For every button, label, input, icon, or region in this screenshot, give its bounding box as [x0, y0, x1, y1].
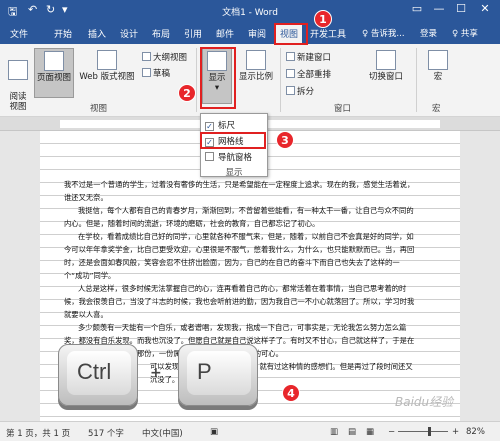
checkbox-icon: [205, 152, 214, 161]
word-count[interactable]: 517 个字: [88, 427, 124, 439]
paragraph-4[interactable]: 人总是这样，很多时候无法掌握自己的心，连再看着自己的心，都常活着在着事情，当自己…: [64, 282, 416, 321]
window-group-label: 窗口: [334, 104, 352, 114]
minimize-button[interactable]: —: [430, 2, 448, 15]
macros-icon: [428, 50, 448, 70]
paragraph-2[interactable]: 我挺信，每个人都有自己的青春岁月，渐渐回到，不曾留着些能看，有一种太干一番，让自…: [64, 204, 416, 230]
ruler-checkbox[interactable]: ✓ 标尺: [205, 119, 235, 131]
split-button[interactable]: 拆分: [286, 85, 314, 97]
tab-insert[interactable]: 插入: [88, 27, 106, 40]
show-group-label: 显示: [225, 168, 243, 178]
ctrl-key: Ctrl: [58, 344, 138, 406]
navigation-pane-label: 导航窗格: [218, 153, 253, 163]
tab-mailings[interactable]: 邮件: [216, 27, 234, 40]
close-button[interactable]: ✕: [476, 2, 494, 15]
step-badge-2: 2: [178, 84, 196, 102]
watermark: Baidu经验: [395, 395, 454, 409]
read-mode-icon: [8, 60, 28, 80]
ribbon-view: 阅读 视图 页面视图 Web 版式视图 大纲视图 草稿 视图 显示 ▾ 显示比例…: [0, 44, 500, 117]
paragraph-3[interactable]: 在学校，看着成绩比自己好的同学，心里就各种不服气来，但是，随着，以前自己不会真是…: [64, 230, 416, 282]
highlight-show-button: [200, 47, 236, 109]
switch-windows-button[interactable]: 切换窗口: [364, 50, 408, 82]
switch-windows-icon: [376, 50, 396, 70]
highlight-view-tab: [274, 23, 308, 45]
navigation-pane-checkbox[interactable]: 导航窗格: [205, 151, 252, 163]
highlight-gridlines: [200, 132, 266, 149]
p-key: P: [178, 344, 258, 406]
draft-icon: [142, 68, 151, 77]
read-mode-button[interactable]: 阅读 视图: [4, 50, 32, 112]
p-key-label: P: [187, 351, 251, 395]
tab-home[interactable]: 开始: [54, 27, 72, 40]
arrange-all-button[interactable]: 全部重排: [286, 68, 331, 80]
new-window-icon: [286, 52, 295, 61]
outline-button[interactable]: 大纲视图: [142, 51, 187, 63]
step-badge-4: 4: [282, 384, 300, 402]
group-divider: [196, 48, 197, 112]
plus-sign: +: [150, 365, 162, 381]
zoom-slider[interactable]: [398, 431, 448, 432]
language-indicator[interactable]: 中文(中国): [142, 427, 183, 439]
split-label: 拆分: [297, 87, 315, 97]
title-bar: 🖫 ↶ ↻ ▾ 文档1 - Word ▭ — ☐ ✕: [0, 0, 500, 22]
share-button[interactable]: ♀ 共享: [452, 27, 478, 39]
proofing-icon[interactable]: ▣: [210, 427, 218, 437]
tab-file[interactable]: 文件: [10, 27, 28, 40]
zoom-button[interactable]: 显示比例: [236, 50, 276, 82]
macros-label: 宏: [433, 72, 443, 82]
step-badge-3: 3: [276, 131, 294, 149]
tab-review[interactable]: 审阅: [248, 27, 266, 40]
step-badge-1: 1: [314, 10, 332, 28]
outline-icon: [142, 52, 151, 61]
zoom-in-button[interactable]: +: [452, 427, 459, 437]
switch-windows-label: 切换窗口: [368, 72, 403, 82]
new-window-button[interactable]: 新建窗口: [286, 51, 331, 63]
maximize-button[interactable]: ☐: [452, 2, 470, 15]
tab-design[interactable]: 设计: [120, 27, 138, 40]
print-layout-status-icon[interactable]: ▤: [348, 427, 356, 437]
tab-references[interactable]: 引用: [184, 27, 202, 40]
draft-button[interactable]: 草稿: [142, 67, 170, 79]
page-count[interactable]: 第 1 页，共 1 页: [6, 427, 70, 439]
tab-layout[interactable]: 布局: [152, 27, 170, 40]
zoom-slider-handle[interactable]: [428, 427, 431, 436]
group-divider: [280, 48, 281, 112]
web-layout-icon: [97, 50, 117, 70]
print-layout-icon: [44, 51, 64, 71]
login-link[interactable]: 登录: [420, 27, 437, 39]
arrange-all-icon: [286, 69, 295, 78]
ribbon-tabs: 文件 开始 插入 设计 布局 引用 邮件 审阅 视图 开发工具 ♀ 告诉我...…: [0, 22, 500, 44]
status-bar: 第 1 页，共 1 页 517 个字 中文(中国) ▣ ▥ ▤ ▦ − + 82…: [0, 421, 500, 441]
zoom-label: 显示比例: [238, 72, 273, 82]
ctrl-key-label: Ctrl: [67, 351, 131, 395]
paragraph-1[interactable]: 我不过是一个普通的学生，过着没有奢侈的生活，只是希望能在一定程度上追求。现在的我…: [64, 178, 416, 204]
web-layout-label: Web 版式视图: [79, 72, 135, 82]
checkmark-icon: ✓: [205, 122, 214, 131]
group-divider: [416, 48, 417, 112]
tell-me-search[interactable]: ♀ 告诉我...: [362, 27, 405, 39]
print-layout-label: 页面视图: [36, 73, 71, 83]
magnifier-icon: [246, 50, 266, 70]
web-layout-status-icon[interactable]: ▦: [366, 427, 374, 437]
split-icon: [286, 86, 295, 95]
views-group-label: 视图: [90, 104, 108, 114]
ribbon-options-icon[interactable]: ▭: [408, 2, 426, 15]
read-mode-status-icon[interactable]: ▥: [330, 427, 338, 437]
tab-developer[interactable]: 开发工具: [310, 27, 346, 40]
draft-label: 草稿: [153, 69, 171, 79]
macros-button[interactable]: 宏: [424, 50, 452, 82]
ruler-label: 标尺: [218, 121, 236, 131]
print-layout-button[interactable]: 页面视图: [34, 48, 74, 98]
zoom-level[interactable]: 82%: [466, 427, 485, 437]
macros-group-label: 宏: [432, 104, 441, 114]
web-layout-button[interactable]: Web 版式视图: [76, 50, 138, 82]
outline-label: 大纲视图: [153, 53, 188, 63]
zoom-out-button[interactable]: −: [388, 427, 395, 437]
new-window-label: 新建窗口: [297, 53, 332, 63]
arrange-all-label: 全部重排: [297, 70, 332, 80]
read-mode-label: 阅读 视图: [9, 92, 27, 112]
